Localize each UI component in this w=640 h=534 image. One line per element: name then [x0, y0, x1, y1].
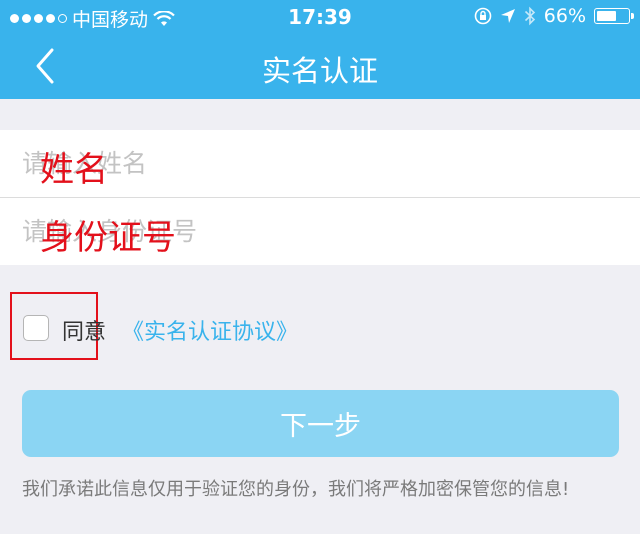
name-row: 姓名: [0, 130, 640, 198]
identity-form: 姓名 身份证号: [0, 130, 640, 265]
battery-icon: [594, 8, 634, 24]
id-number-input[interactable]: [22, 198, 622, 265]
nav-bar: 实名认证: [0, 34, 640, 99]
privacy-note: 我们承诺此信息仅用于验证您的身份，我们将严格加密保管您的信息!: [22, 479, 570, 500]
battery-fill: [597, 11, 616, 21]
id-row: 身份证号: [0, 198, 640, 265]
app-header: 中国移动 17:39 66% 实名认证: [0, 0, 640, 99]
agree-label: 同意: [62, 320, 107, 345]
agreement-link[interactable]: 《实名认证协议》: [122, 314, 298, 346]
location-icon: [500, 9, 515, 23]
status-bar: 中国移动 17:39 66%: [0, 0, 640, 34]
rotation-lock-icon: [474, 7, 492, 25]
next-step-button[interactable]: 下一步: [22, 390, 619, 457]
agree-checkbox[interactable]: [23, 315, 49, 341]
name-input[interactable]: [22, 130, 622, 197]
battery-percent: 66%: [543, 5, 586, 27]
bluetooth-icon: [524, 6, 535, 26]
page-title: 实名认证: [261, 54, 378, 88]
status-bar-right: 66%: [474, 5, 634, 27]
